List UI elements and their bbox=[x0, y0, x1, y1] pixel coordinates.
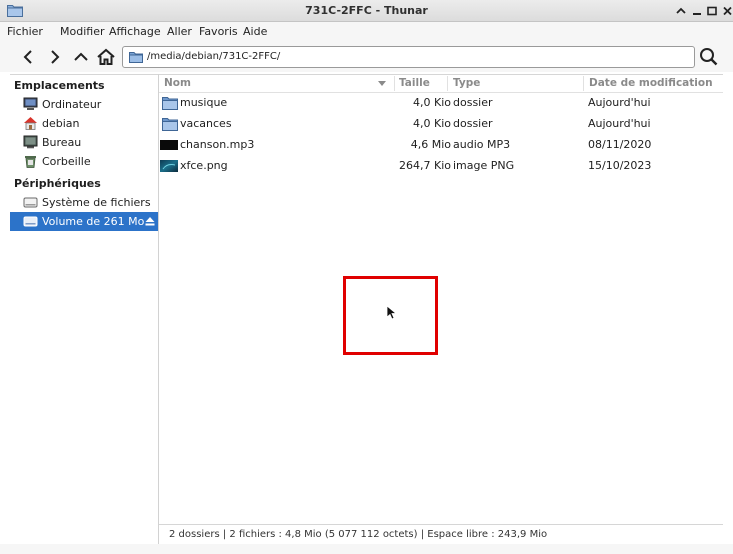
file-row-vacances[interactable]: vacances 4,0 Kio dossier Aujourd'hui bbox=[159, 114, 723, 134]
sidebar-item-ordinateur[interactable]: Ordinateur bbox=[10, 95, 158, 114]
search-button[interactable] bbox=[697, 46, 721, 68]
sidebar-item-systeme-de-fichiers[interactable]: Système de fichiers bbox=[10, 193, 158, 212]
column-divider[interactable] bbox=[583, 76, 584, 91]
menu-fichier[interactable]: Fichier bbox=[7, 25, 43, 38]
file-date: 15/10/2023 bbox=[588, 159, 652, 172]
sidebar-item-label: Bureau bbox=[42, 136, 82, 149]
audio-thumbnail-icon bbox=[160, 140, 178, 150]
sidebar-item-label: Ordinateur bbox=[42, 98, 102, 111]
menu-bar: Fichier Modifier Affichage Aller Favoris… bbox=[0, 22, 733, 42]
menu-modifier[interactable]: Modifier bbox=[60, 25, 104, 38]
file-type: dossier bbox=[453, 117, 493, 130]
shade-button[interactable] bbox=[674, 3, 688, 19]
column-name[interactable]: Nom bbox=[164, 77, 191, 89]
sidebar-item-corbeille[interactable]: Corbeille bbox=[10, 152, 158, 171]
file-row-musique[interactable]: musique 4,0 Kio dossier Aujourd'hui bbox=[159, 93, 723, 113]
file-row-chanson[interactable]: chanson.mp3 4,6 Mio audio MP3 08/11/2020 bbox=[159, 135, 723, 155]
sidebar-item-volume-261[interactable]: Volume de 261 Mo bbox=[10, 212, 158, 231]
column-divider[interactable] bbox=[394, 76, 395, 91]
forward-button[interactable] bbox=[44, 46, 66, 68]
toolbar: /media/debian/731C-2FFC/ bbox=[0, 42, 733, 72]
sort-descending-icon bbox=[378, 81, 386, 86]
chevron-left-icon bbox=[23, 50, 32, 64]
mouse-cursor-icon bbox=[386, 305, 398, 320]
file-size: 4,6 Mio bbox=[410, 138, 451, 151]
eject-icon[interactable] bbox=[144, 215, 156, 227]
file-name: chanson.mp3 bbox=[180, 138, 255, 151]
file-date: Aujourd'hui bbox=[588, 96, 651, 109]
chevron-right-icon bbox=[51, 50, 60, 64]
home-icon bbox=[24, 117, 37, 130]
back-button[interactable] bbox=[18, 46, 40, 68]
file-name: xfce.png bbox=[180, 159, 228, 172]
file-type: dossier bbox=[453, 96, 493, 109]
column-divider[interactable] bbox=[447, 76, 448, 91]
menu-aide[interactable]: Aide bbox=[243, 25, 267, 38]
folder-icon bbox=[162, 97, 178, 110]
sidebar-item-label: Système de fichiers bbox=[42, 196, 151, 209]
file-size: 264,7 Kio bbox=[399, 159, 451, 172]
location-path: /media/debian/731C-2FFC/ bbox=[147, 51, 281, 62]
window-bottom-border bbox=[0, 544, 733, 554]
image-thumbnail-icon bbox=[160, 160, 178, 172]
search-icon bbox=[700, 48, 718, 66]
folder-icon bbox=[162, 118, 178, 131]
file-type: image PNG bbox=[453, 159, 515, 172]
close-button[interactable] bbox=[720, 3, 733, 19]
file-type: audio MP3 bbox=[453, 138, 511, 151]
file-size: 4,0 Kio bbox=[413, 96, 451, 109]
minimize-icon bbox=[693, 13, 701, 15]
chevron-up-icon bbox=[74, 52, 88, 61]
sidebar-item-bureau[interactable]: Bureau bbox=[10, 133, 158, 152]
devices-header: Périphériques bbox=[14, 177, 101, 190]
maximize-icon bbox=[707, 6, 717, 16]
file-row-xfce[interactable]: xfce.png 264,7 Kio image PNG 15/10/2023 bbox=[159, 156, 723, 176]
parent-folder-button[interactable] bbox=[70, 46, 92, 68]
sidebar-item-label: Corbeille bbox=[42, 155, 91, 168]
sidebar-item-label: debian bbox=[42, 117, 80, 130]
column-headers: Nom Taille Type Date de modification bbox=[159, 75, 723, 93]
sidebar-item-label: Volume de 261 Mo bbox=[42, 215, 145, 228]
menu-favoris[interactable]: Favoris bbox=[199, 25, 238, 38]
file-name: vacances bbox=[180, 117, 232, 130]
title-bar: 731C-2FFC - Thunar bbox=[0, 0, 733, 22]
folder-icon bbox=[129, 52, 143, 63]
location-bar[interactable]: /media/debian/731C-2FFC/ bbox=[122, 46, 695, 68]
file-date: 08/11/2020 bbox=[588, 138, 652, 151]
menu-affichage[interactable]: Affichage bbox=[109, 25, 161, 38]
window-title: 731C-2FFC - Thunar bbox=[305, 4, 428, 17]
desktop-icon bbox=[23, 135, 38, 149]
chevron-up-icon bbox=[676, 7, 686, 14]
column-date[interactable]: Date de modification bbox=[589, 77, 713, 89]
computer-icon bbox=[23, 97, 38, 110]
trash-icon bbox=[25, 156, 36, 168]
sidebar: Emplacements Ordinateur debian Bureau Co… bbox=[10, 74, 158, 544]
menu-aller[interactable]: Aller bbox=[167, 25, 192, 38]
maximize-button[interactable] bbox=[705, 3, 719, 19]
home-button[interactable] bbox=[95, 46, 117, 68]
home-icon bbox=[97, 48, 115, 65]
places-header: Emplacements bbox=[14, 79, 105, 92]
minimize-button[interactable] bbox=[690, 3, 704, 19]
status-text: 2 dossiers | 2 fichiers : 4,8 Mio (5 077… bbox=[169, 529, 548, 540]
file-name: musique bbox=[180, 96, 228, 109]
drive-icon bbox=[23, 197, 38, 208]
column-size[interactable]: Taille bbox=[399, 77, 430, 89]
file-date: Aujourd'hui bbox=[588, 117, 651, 130]
file-list[interactable]: Nom Taille Type Date de modification mus… bbox=[159, 74, 723, 524]
status-bar: 2 dossiers | 2 fichiers : 4,8 Mio (5 077… bbox=[159, 524, 723, 544]
drive-icon bbox=[23, 216, 38, 227]
column-type[interactable]: Type bbox=[453, 77, 480, 89]
close-icon bbox=[722, 6, 732, 16]
sidebar-item-debian[interactable]: debian bbox=[10, 114, 158, 133]
file-size: 4,0 Kio bbox=[413, 117, 451, 130]
